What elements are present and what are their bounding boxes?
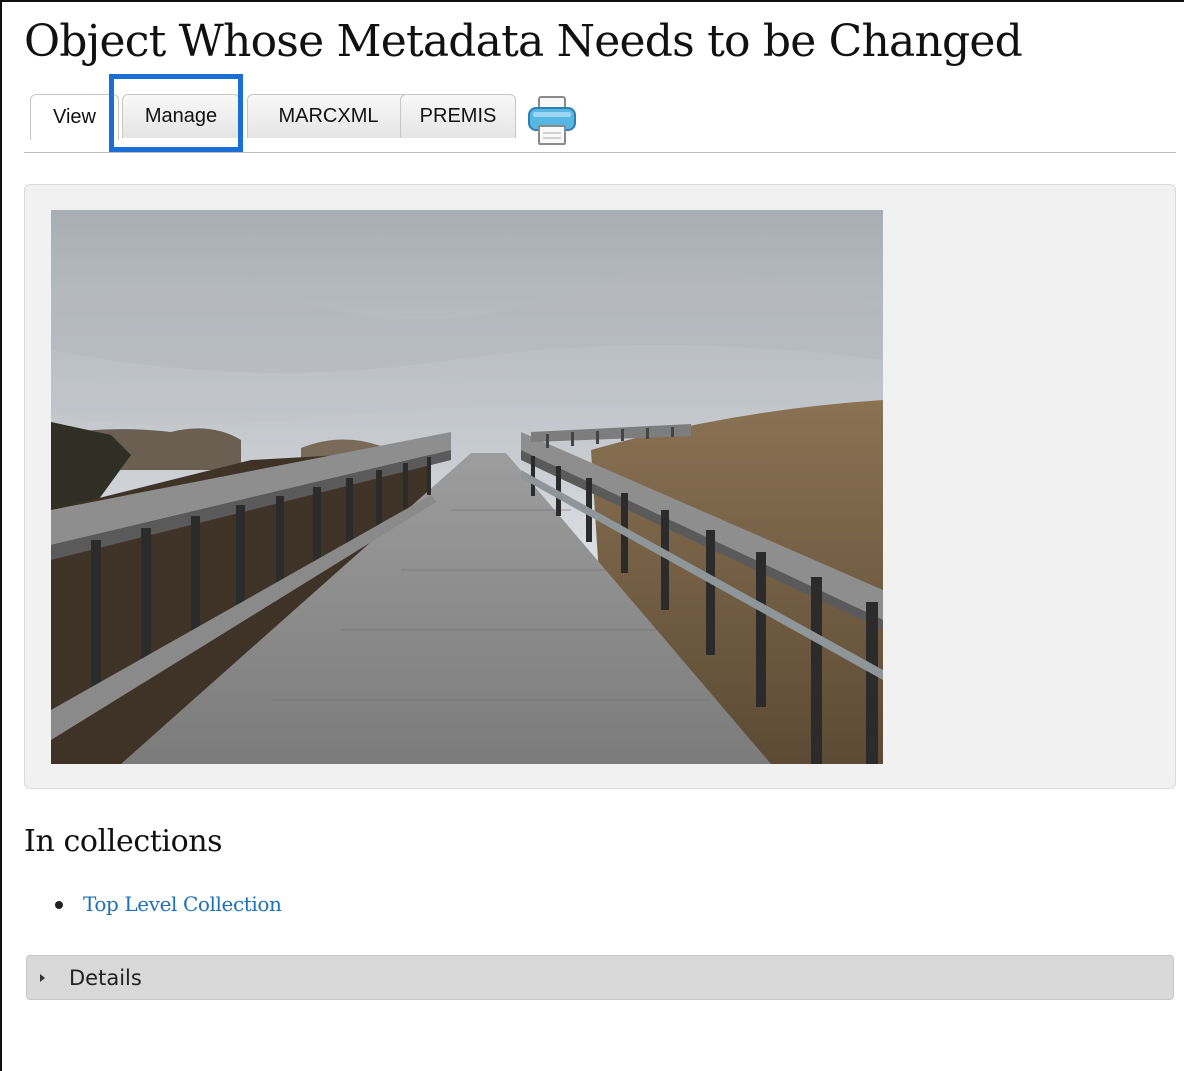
boardwalk-photo [51, 210, 883, 764]
tab-premis[interactable]: PREMIS [400, 94, 516, 138]
printer-icon [528, 96, 576, 145]
page-frame: Object Whose Metadata Needs to be Change… [0, 0, 1184, 1071]
collections-list: Top Level Collection [24, 892, 282, 916]
tab-bar: View Manage MARCXML PREMIS [24, 94, 1176, 153]
page-title: Object Whose Metadata Needs to be Change… [24, 16, 1023, 67]
list-item: Top Level Collection [24, 892, 282, 916]
tab-manage[interactable]: Manage [122, 94, 240, 138]
tab-view[interactable]: View [30, 94, 119, 140]
bullet-icon [55, 901, 63, 909]
print-button[interactable] [525, 94, 579, 146]
details-label: Details [69, 965, 142, 990]
caret-right-icon [40, 973, 45, 982]
collections-heading: In collections [24, 824, 223, 859]
image-viewer-panel [24, 184, 1176, 789]
collection-link[interactable]: Top Level Collection [83, 892, 282, 916]
details-toggle[interactable]: Details [26, 955, 1174, 1000]
tab-marcxml[interactable]: MARCXML [247, 94, 410, 138]
